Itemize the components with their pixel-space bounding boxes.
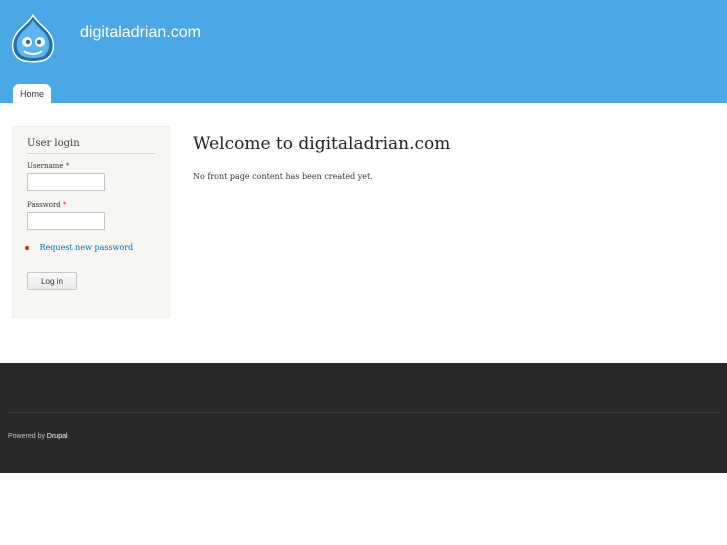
drupal-link[interactable]: Drupal xyxy=(47,433,68,440)
block-title: User login xyxy=(27,138,155,154)
drupal-drop-icon[interactable] xyxy=(10,14,56,64)
username-label-text: Username xyxy=(27,162,64,170)
footer-divider xyxy=(8,412,719,413)
password-label-text: Password xyxy=(27,201,61,209)
powered-by: Powered by Drupal xyxy=(8,433,68,440)
tab-home[interactable]: Home xyxy=(13,84,52,105)
username-label: Username * xyxy=(27,162,69,170)
primary-tabs: Home xyxy=(13,82,52,105)
site-header: digitaladrian.com Home xyxy=(0,0,727,105)
page-title: Welcome to digitaladrian.com xyxy=(193,134,451,154)
powered-by-prefix: Powered by xyxy=(8,433,45,440)
request-password-item: Request new password xyxy=(25,243,133,252)
front-page-message: No front page content has been created y… xyxy=(193,172,373,181)
password-input[interactable] xyxy=(27,212,105,230)
site-name-link[interactable]: digitaladrian.com xyxy=(80,24,201,42)
required-mark: * xyxy=(63,201,67,209)
password-label: Password * xyxy=(27,201,67,209)
username-input[interactable] xyxy=(27,173,105,191)
user-login-block: User login Username * Password * Request… xyxy=(12,126,170,318)
login-button[interactable]: Log in xyxy=(27,272,77,290)
request-password-link[interactable]: Request new password xyxy=(40,243,134,252)
required-mark: * xyxy=(65,162,70,170)
site-footer: Powered by Drupal xyxy=(0,363,727,473)
bullet-icon xyxy=(25,246,29,250)
